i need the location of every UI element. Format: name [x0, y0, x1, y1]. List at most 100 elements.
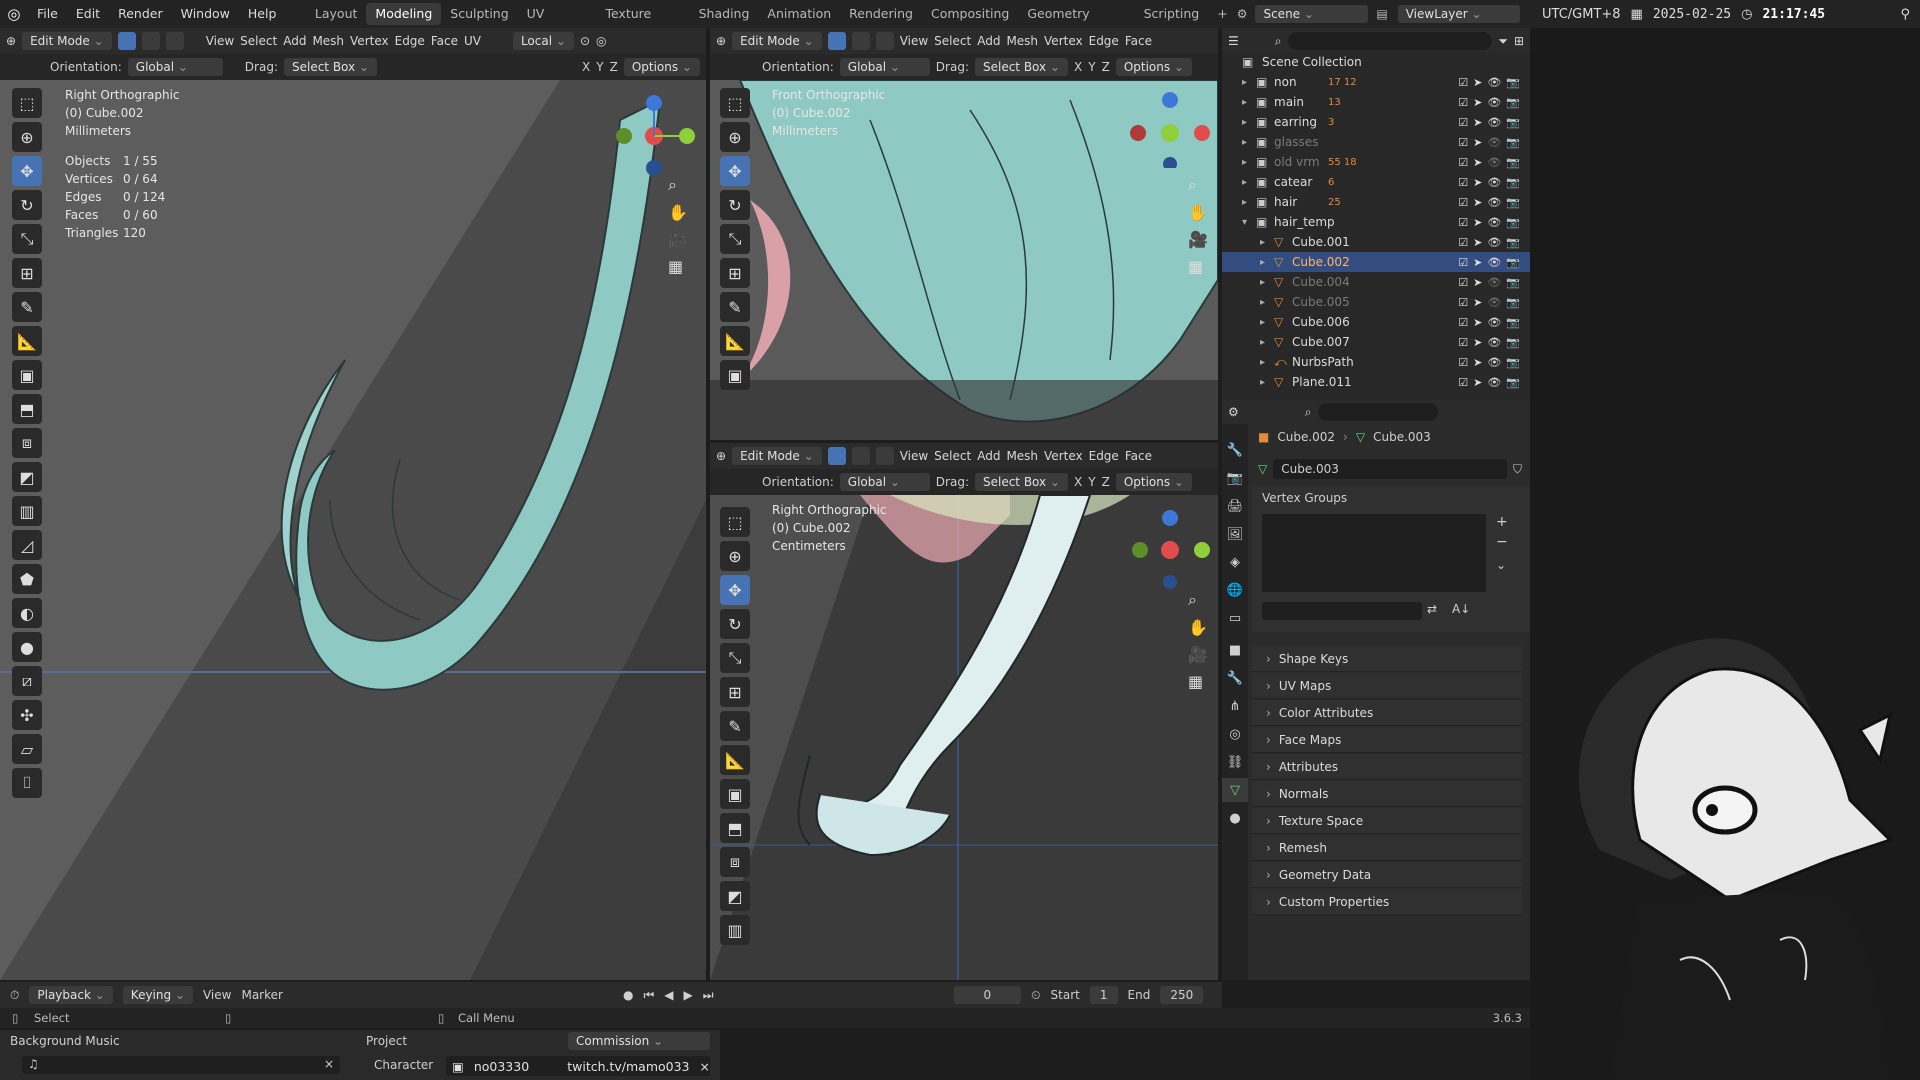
grid-icon[interactable]: ▦: [668, 257, 688, 276]
bevel-icon[interactable]: ◩: [12, 462, 42, 492]
inset-icon[interactable]: ⧈: [12, 428, 42, 458]
panel-face-maps[interactable]: › Face Maps: [1252, 727, 1522, 753]
menu-uv[interactable]: UV: [464, 34, 481, 48]
marker-menu[interactable]: Marker: [241, 988, 282, 1002]
menu-help[interactable]: Help: [239, 0, 286, 28]
shrink-fatten-icon[interactable]: ✣: [12, 700, 42, 730]
zoom-icon[interactable]: ⌕: [1188, 590, 1208, 610]
render-camera-icon[interactable]: 📷: [1506, 216, 1520, 229]
smooth-icon[interactable]: ●: [12, 632, 42, 662]
options-button[interactable]: Options: [1115, 58, 1192, 76]
expand-chevron-icon[interactable]: ▸: [1260, 237, 1265, 248]
panel-attributes[interactable]: › Attributes: [1252, 754, 1522, 780]
panel-custom-properties[interactable]: › Custom Properties: [1252, 889, 1522, 915]
render-camera-icon[interactable]: 📷: [1506, 356, 1520, 369]
selectable-icon[interactable]: ➤: [1473, 116, 1482, 129]
exclude-checkbox-icon[interactable]: ☑: [1458, 176, 1468, 189]
tab-sculpting[interactable]: Sculpting: [441, 3, 517, 25]
scene-tab-icon[interactable]: ◈: [1222, 550, 1248, 574]
render-camera-icon[interactable]: 📷: [1506, 76, 1520, 89]
add-vertex-group-button[interactable]: +: [1496, 514, 1508, 530]
zoom-icon[interactable]: ⌕: [668, 175, 688, 195]
panel-remesh[interactable]: › Remesh: [1252, 835, 1522, 861]
mode-selector[interactable]: Edit Mode: [22, 32, 112, 50]
visibility-eye-icon[interactable]: 👁: [1487, 76, 1501, 89]
pan-hand-icon[interactable]: ✋: [1188, 618, 1208, 637]
tab-layout[interactable]: Layout: [306, 3, 367, 25]
extrude-icon[interactable]: ⬒: [12, 394, 42, 424]
menu-vertex[interactable]: Vertex: [1044, 34, 1083, 48]
playback-menu[interactable]: Playback: [29, 986, 113, 1004]
outliner-row-cube-005[interactable]: ▸ ▽ Cube.005 ☑ ➤ 👁 📷: [1222, 292, 1530, 312]
render-camera-icon[interactable]: 📷: [1506, 336, 1520, 349]
render-camera-icon[interactable]: 📷: [1506, 156, 1520, 169]
mirror-z-toggle[interactable]: Z: [610, 60, 618, 74]
menu-mesh[interactable]: Mesh: [312, 34, 344, 48]
rotate-icon[interactable]: ↻: [12, 190, 42, 220]
menu-edge[interactable]: Edge: [1089, 34, 1119, 48]
scale-icon[interactable]: ⤡: [720, 643, 750, 673]
mirror-y-toggle[interactable]: Y: [596, 60, 603, 74]
tab-modeling[interactable]: Modeling: [366, 3, 442, 25]
selectable-icon[interactable]: ➤: [1473, 276, 1482, 289]
visibility-eye-icon[interactable]: 👁: [1487, 336, 1501, 349]
menu-window[interactable]: Window: [172, 0, 239, 28]
mesh-data-icon[interactable]: ▽: [1258, 462, 1267, 476]
menu-mesh[interactable]: Mesh: [1006, 449, 1038, 463]
face-select-icon[interactable]: [875, 32, 894, 50]
output-tab-icon[interactable]: 🖨: [1222, 494, 1248, 518]
outliner-row-plane-011[interactable]: ▸ ▽ Plane.011 ☑ ➤ 👁 📷: [1222, 372, 1530, 392]
annotate-icon[interactable]: ✎: [12, 292, 42, 322]
scale-icon[interactable]: ⤡: [720, 224, 750, 254]
edge-select-icon[interactable]: [851, 447, 870, 465]
pan-hand-icon[interactable]: ✋: [1188, 203, 1208, 222]
outliner-row-cube-001[interactable]: ▸ ▽ Cube.001 ☑ ➤ 👁 📷: [1222, 232, 1530, 252]
tab-scripting[interactable]: Scripting: [1135, 3, 1209, 25]
project-selector[interactable]: Commission: [568, 1032, 710, 1050]
expand-chevron-icon[interactable]: ▸: [1242, 197, 1247, 208]
tab-compositing[interactable]: Compositing: [922, 3, 1018, 25]
cursor-icon[interactable]: ⊕: [12, 122, 42, 152]
rip-icon[interactable]: ⌷: [12, 768, 42, 798]
end-frame-field[interactable]: 250: [1160, 986, 1204, 1004]
expand-chevron-icon[interactable]: ▸: [1242, 117, 1247, 128]
selectable-icon[interactable]: ➤: [1473, 196, 1482, 209]
menu-view[interactable]: View: [206, 34, 234, 48]
outliner-editor-icon[interactable]: ☰: [1228, 34, 1239, 48]
selectable-icon[interactable]: ➤: [1473, 176, 1482, 189]
outliner-row-old-vrm[interactable]: ▸ ▣ old vrm 55 18 ☑ ➤ 👁 📷: [1222, 152, 1530, 172]
measure-icon[interactable]: 📐: [720, 745, 750, 775]
mirror-x-toggle[interactable]: X: [1074, 475, 1082, 489]
outliner-row-catear[interactable]: ▸ ▣ catear 6 ☑ ➤ 👁 📷: [1222, 172, 1530, 192]
selectable-icon[interactable]: ➤: [1473, 376, 1482, 389]
visibility-eye-icon[interactable]: 👁: [1487, 176, 1501, 189]
exclude-checkbox-icon[interactable]: ☑: [1458, 376, 1468, 389]
visibility-eye-icon[interactable]: 👁: [1487, 236, 1501, 249]
menu-vertex[interactable]: Vertex: [350, 34, 389, 48]
menu-select[interactable]: Select: [934, 449, 971, 463]
drag-selector[interactable]: Select Box: [974, 473, 1068, 491]
menu-render[interactable]: Render: [109, 0, 172, 28]
loop-cut-icon[interactable]: ▥: [12, 496, 42, 526]
tab-shading[interactable]: Shading: [690, 3, 759, 25]
outliner-row-cube-004[interactable]: ▸ ▽ Cube.004 ☑ ➤ 👁 📷: [1222, 272, 1530, 292]
move-icon[interactable]: ✥: [720, 575, 750, 605]
menu-file[interactable]: File: [28, 0, 67, 28]
expand-chevron-icon[interactable]: ▸: [1242, 97, 1247, 108]
expand-chevron-icon[interactable]: ▸: [1260, 357, 1265, 368]
render-camera-icon[interactable]: 📷: [1506, 176, 1520, 189]
filter-icon[interactable]: ⏷: [1498, 34, 1508, 49]
selectable-icon[interactable]: ➤: [1473, 236, 1482, 249]
menu-edge[interactable]: Edge: [1089, 449, 1119, 463]
add-cube-icon[interactable]: ▣: [720, 779, 750, 809]
navigation-gizmo[interactable]: [612, 88, 702, 181]
inset-icon[interactable]: ⧈: [720, 847, 750, 877]
editor-type-icon[interactable]: ⊕: [716, 449, 726, 463]
visibility-eye-icon[interactable]: 👁: [1487, 316, 1501, 329]
vertex-group-filter-input[interactable]: [1262, 602, 1422, 620]
keying-menu[interactable]: Keying: [122, 986, 193, 1004]
view-layer-icon[interactable]: ▤: [1376, 7, 1387, 21]
vertex-group-specials-icon[interactable]: ⌄: [1496, 558, 1506, 572]
render-tab-icon[interactable]: 📷: [1222, 466, 1248, 490]
proportional-edit-icon[interactable]: ◎: [596, 34, 606, 48]
